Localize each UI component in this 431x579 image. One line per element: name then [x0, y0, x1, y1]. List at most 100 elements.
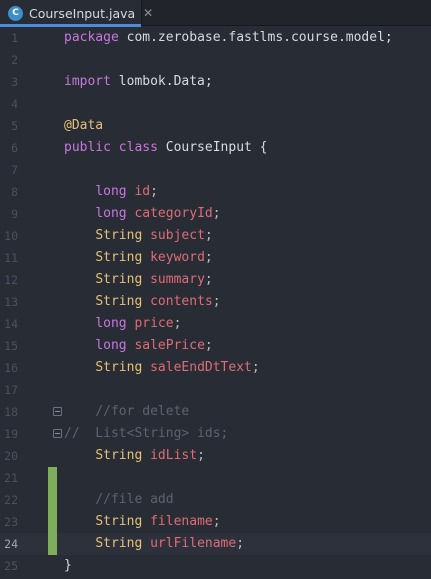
- line-number: 16: [4, 361, 18, 375]
- change-marker[interactable]: [48, 467, 57, 489]
- code-line[interactable]: 9 long categoryId;: [0, 203, 431, 225]
- code-text: long salePrice;: [64, 335, 213, 357]
- code-token: ;: [204, 228, 213, 243]
- code-token: String: [95, 448, 143, 463]
- line-number: 18: [4, 405, 18, 419]
- code-text: @Data: [64, 115, 103, 137]
- line-number: 3: [11, 75, 18, 89]
- code-token: ;: [212, 294, 221, 309]
- code-token: idList: [150, 448, 198, 463]
- code-line[interactable]: 8 long id;: [0, 181, 431, 203]
- code-line[interactable]: 6 public class CourseInput {: [0, 137, 431, 159]
- code-token: @Data: [64, 118, 104, 133]
- code-line[interactable]: 13 String contents;: [0, 291, 431, 313]
- code-text: String summary;: [64, 269, 212, 291]
- code-token: ;: [204, 338, 213, 353]
- code-token: keyword: [150, 250, 205, 265]
- change-marker[interactable]: [48, 511, 57, 533]
- code-token: long: [95, 316, 127, 331]
- line-number: 17: [4, 383, 18, 397]
- line-number: 5: [11, 119, 18, 133]
- change-marker[interactable]: [48, 489, 57, 511]
- code-token: String: [95, 536, 143, 551]
- code-text: String idList;: [64, 445, 205, 467]
- line-number: 10: [4, 229, 18, 243]
- code-text: String contents;: [64, 291, 221, 313]
- line-number: 25: [4, 559, 18, 573]
- code-line[interactable]: 10 String subject;: [0, 225, 431, 247]
- code-line[interactable]: 12 String summary;: [0, 269, 431, 291]
- code-line[interactable]: 24 String urlFilename;: [0, 533, 431, 555]
- line-number: 8: [11, 185, 18, 199]
- code-token: // List<String> ids;: [64, 426, 229, 441]
- code-line[interactable]: 15 long salePrice;: [0, 335, 431, 357]
- line-number: 9: [11, 207, 18, 221]
- close-icon[interactable]: ✕: [143, 6, 153, 20]
- code-editor[interactable]: 1 package com.zerobase.fastlms.course.mod…: [0, 27, 431, 579]
- code-text: import lombok.Data;: [64, 71, 213, 93]
- code-token: id: [134, 184, 151, 199]
- code-token: ;: [212, 514, 221, 529]
- code-text: String urlFilename;: [64, 533, 244, 555]
- code-text: //file add: [64, 489, 174, 511]
- code-text: // List<String> ids;: [64, 423, 228, 445]
- code-text: package com.zerobase.fastlms.course.mode…: [64, 27, 393, 49]
- code-token: String: [95, 514, 143, 529]
- code-token: String: [95, 250, 143, 265]
- code-token: ;: [150, 184, 158, 199]
- code-token: long: [95, 338, 127, 353]
- code-text: }: [64, 555, 72, 577]
- code-text: public class CourseInput {: [64, 137, 268, 159]
- line-number: 21: [4, 471, 18, 485]
- code-line[interactable]: 3 import lombok.Data;: [0, 71, 431, 93]
- code-line[interactable]: 14 long price;: [0, 313, 431, 335]
- code-token: String: [95, 294, 143, 309]
- code-token: String: [95, 272, 143, 287]
- code-token: //file add: [95, 492, 174, 507]
- code-line[interactable]: 25}: [0, 555, 431, 577]
- code-token: categoryId: [134, 206, 213, 221]
- code-token: String: [95, 360, 143, 375]
- code-line[interactable]: 5 @Data: [0, 115, 431, 137]
- code-token: ;: [173, 316, 182, 331]
- code-line[interactable]: 21: [0, 467, 431, 489]
- code-line[interactable]: 16 String saleEndDtText;: [0, 357, 431, 379]
- line-number: 2: [11, 53, 18, 67]
- code-line[interactable]: 1 package com.zerobase.fastlms.course.mod…: [0, 27, 431, 49]
- change-marker[interactable]: [48, 533, 57, 555]
- fold-toggle-icon[interactable]: [53, 407, 62, 416]
- fold-toggle-icon[interactable]: [53, 429, 62, 438]
- code-line[interactable]: 20 String idList;: [0, 445, 431, 467]
- code-line[interactable]: 11 String keyword;: [0, 247, 431, 269]
- tab-courseinput-java[interactable]: C CourseInput.java ✕: [0, 0, 153, 27]
- code-line[interactable]: 23 String filename;: [0, 511, 431, 533]
- code-line[interactable]: 4: [0, 93, 431, 115]
- code-token: import: [64, 74, 111, 89]
- code-token: package: [64, 30, 119, 45]
- code-token: ;: [212, 206, 221, 221]
- code-token: long: [95, 206, 127, 221]
- code-line[interactable]: 19 // List<String> ids;: [0, 423, 431, 445]
- code-line[interactable]: 18 //for delete: [0, 401, 431, 423]
- editor-tab-bar: C CourseInput.java ✕: [0, 0, 431, 27]
- code-line[interactable]: 17: [0, 379, 431, 401]
- code-line[interactable]: 7: [0, 159, 431, 181]
- code-line[interactable]: 22 //file add: [0, 489, 431, 511]
- code-token: com.zerobase.fastlms.course.model;: [118, 30, 393, 45]
- code-line[interactable]: 2: [0, 49, 431, 71]
- code-token: CourseInput {: [157, 140, 268, 155]
